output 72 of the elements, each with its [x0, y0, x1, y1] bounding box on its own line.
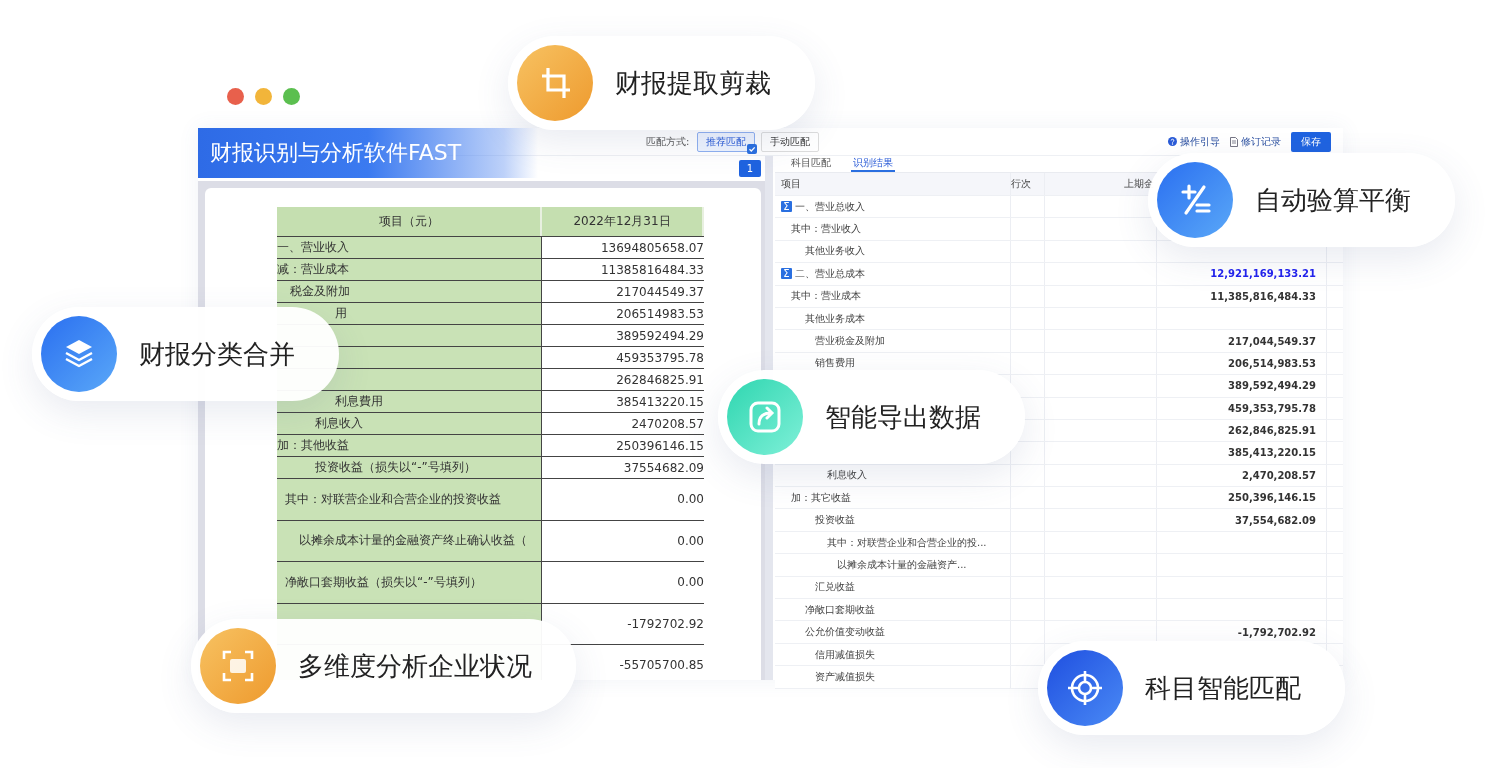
crop-icon	[517, 45, 593, 121]
amount-text: 217,044,549.37	[1228, 335, 1316, 347]
match-mode-button[interactable]: 推荐匹配	[697, 131, 756, 152]
check-icon	[747, 143, 758, 154]
table-cell: 以摊余成本计量的金融资产终止确认收益（	[277, 520, 542, 561]
amount-text: 250,396,146.15	[1228, 492, 1316, 504]
table-cell: 其中：对联营企业和合营企业的投资收益	[277, 479, 542, 520]
feature-label: 自动验算平衡	[1255, 183, 1411, 217]
help-icon	[1168, 137, 1177, 146]
column-header: 行次	[1011, 173, 1045, 195]
layers-icon	[41, 316, 117, 392]
match-label: 匹配方式:	[646, 134, 690, 149]
feature-label: 财报提取剪裁	[615, 66, 771, 100]
row-label: 营业税金及附加	[815, 334, 885, 349]
row-label: 其他业务成本	[805, 311, 865, 326]
table-cell: 利息收入	[277, 413, 542, 434]
window-control-icon[interactable]	[283, 88, 300, 105]
row-label: 其中：营业收入	[791, 222, 861, 237]
feature-label: 多维度分析企业状况	[298, 649, 532, 683]
feature-label: 智能导出数据	[825, 400, 981, 434]
column-header: 项目	[775, 173, 1011, 195]
amount-text: 206,514,983.53	[1228, 357, 1316, 369]
sum-icon: Σ	[781, 201, 792, 213]
history-link[interactable]: 修订记录	[1230, 134, 1281, 149]
document-icon	[1230, 136, 1238, 147]
column-header: 项目（元）	[277, 207, 542, 236]
guide-link[interactable]: 操作引导	[1168, 134, 1220, 149]
table-cell: 减：营业成本	[277, 259, 542, 280]
row-label: 一、营业总收入	[795, 199, 865, 214]
tab[interactable]: 科目匹配	[789, 156, 833, 172]
feature-label: 财报分类合并	[139, 337, 295, 371]
row-label: 信用减值损失	[815, 647, 875, 662]
sum-icon: Σ	[781, 268, 792, 280]
row-label: 加：其它收益	[791, 490, 851, 505]
table-cell: 净敞口套期收益（损失以“-”号填列）	[277, 562, 542, 603]
window-control-icon[interactable]	[227, 88, 244, 105]
amount-text: 37,554,682.09	[1235, 514, 1316, 526]
row-label: 公允价值变动收益	[805, 625, 885, 640]
row-label: 以摊余成本计量的金融资产...	[837, 557, 967, 572]
match-mode-button[interactable]: 手动匹配	[761, 131, 820, 152]
page-number-button[interactable]: 1	[739, 160, 761, 177]
save-button[interactable]: 保存	[1291, 131, 1331, 152]
amount-text: 2,470,208.57	[1241, 469, 1316, 481]
window-control-icon[interactable]	[255, 88, 272, 105]
row-label: 其中：营业成本	[791, 289, 861, 304]
row-label: 其中：对联营企业和合营企业的投...	[827, 535, 987, 550]
plus-equals-icon	[1157, 162, 1233, 238]
row-label: 销售费用	[815, 356, 855, 371]
row-label: 资产减值损失	[815, 669, 875, 684]
row-label: 投资收益	[815, 513, 855, 528]
window-title: 财报识别与分析软件FAST	[198, 128, 538, 178]
focus-frame-icon	[200, 628, 276, 704]
table-cell: 投资收益（损失以“-”号填列）	[277, 457, 542, 478]
amount-text: 389,592,494.29	[1228, 380, 1316, 392]
amount-text: -1,792,702.92	[1237, 626, 1316, 638]
amount-text: 459,353,795.78	[1228, 402, 1316, 414]
amount-text: 385,413,220.15	[1228, 447, 1316, 459]
row-label: 净敞口套期收益	[805, 602, 875, 617]
table-cell: 加：其他收益	[277, 435, 542, 456]
row-label: 利息收入	[827, 468, 867, 483]
column-header: 2022年12月31日	[542, 207, 704, 236]
amount-text: 11,385,816,484.33	[1210, 290, 1316, 302]
feature-label: 科目智能匹配	[1145, 671, 1301, 705]
table-cell: 一、营业收入	[277, 237, 542, 258]
row-label: 二、营业总成本	[795, 266, 865, 281]
target-icon	[1047, 650, 1123, 726]
amount-text: 12,921,169,133.21	[1210, 268, 1316, 280]
row-label: 汇兑收益	[815, 580, 855, 595]
table-cell: 税金及附加	[277, 281, 542, 302]
row-label: 其他业务收入	[805, 244, 865, 259]
share-icon	[727, 379, 803, 455]
amount-text: 262,846,825.91	[1228, 425, 1316, 437]
